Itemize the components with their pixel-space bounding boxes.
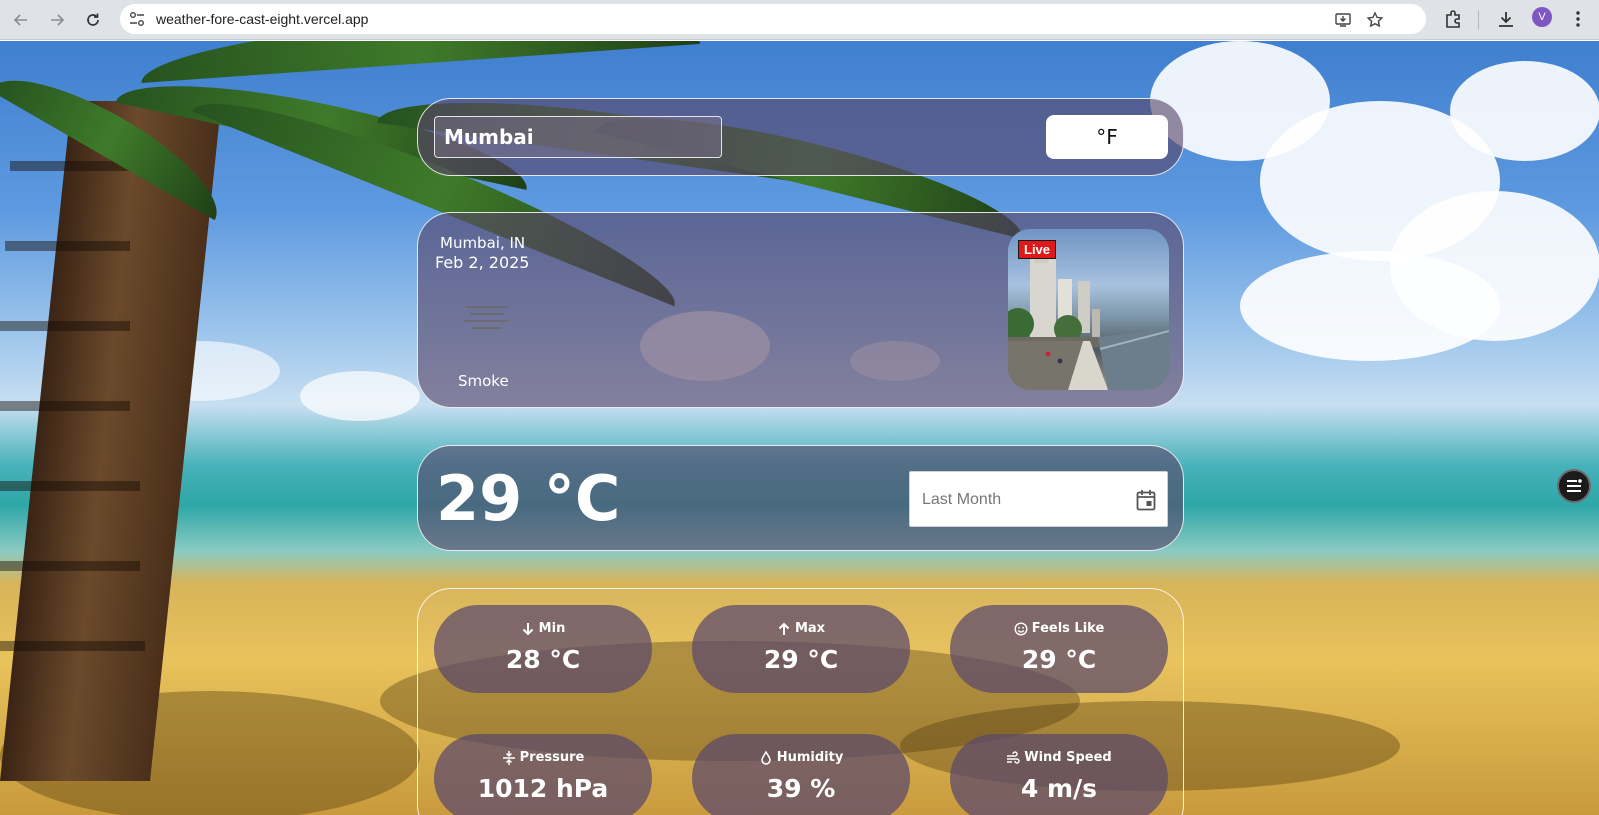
unit-toggle-button[interactable]: °F xyxy=(1046,115,1168,159)
history-range-picker[interactable] xyxy=(909,471,1168,527)
compress-icon xyxy=(502,750,515,765)
date-label: Feb 2, 2025 xyxy=(435,253,530,272)
stat-min: Min 28 °C xyxy=(434,605,652,693)
downloads-icon[interactable] xyxy=(1496,9,1516,29)
stat-humidity: Humidity 39 % xyxy=(692,734,910,815)
forward-arrow-icon[interactable] xyxy=(44,7,70,33)
current-conditions-card: Mumbai, IN Feb 2, 2025 Smoke Live xyxy=(417,212,1184,408)
url-text: weather-fore-cast-eight.vercel.app xyxy=(156,11,369,27)
location-label: Mumbai, IN xyxy=(440,234,526,252)
droplet-icon xyxy=(760,750,771,765)
temperature-card: 29 °C xyxy=(417,445,1184,551)
list-menu-icon xyxy=(1567,479,1582,492)
stat-max-label: Max xyxy=(794,621,826,636)
stat-wind-speed: Wind Speed 4 m/s xyxy=(950,734,1168,815)
live-camera-thumbnail[interactable]: Live xyxy=(1008,229,1169,390)
current-temperature: 29 °C xyxy=(436,462,621,535)
stat-wind-speed-value: 4 m/s xyxy=(1020,774,1098,803)
browser-toolbar: weather-fore-cast-eight.vercel.app V xyxy=(0,0,1599,40)
stat-min-label: Min xyxy=(538,621,566,636)
floating-menu-button[interactable] xyxy=(1557,469,1591,503)
live-badge: Live xyxy=(1018,240,1057,259)
stat-feels-like-label: Feels Like xyxy=(1031,621,1105,636)
stat-pressure: Pressure 1012 hPa xyxy=(434,734,652,815)
wind-icon xyxy=(1007,750,1020,764)
weather-stats-card: Min 28 °C Max 29 °C Feels Like 29 °C Pre… xyxy=(417,588,1184,815)
city-search-input[interactable] xyxy=(434,116,722,158)
weather-page: °F Mumbai, IN Feb 2, 2025 Smoke xyxy=(0,41,1599,815)
stat-max-value: 29 °C xyxy=(763,645,839,674)
address-bar[interactable]: weather-fore-cast-eight.vercel.app xyxy=(120,4,1426,34)
stat-feels-like: Feels Like 29 °C xyxy=(950,605,1168,693)
smiley-icon xyxy=(1014,621,1028,636)
extensions-icon[interactable] xyxy=(1443,9,1463,29)
profile-avatar[interactable]: V xyxy=(1532,7,1552,27)
stat-max: Max 29 °C xyxy=(692,605,910,693)
condition-label: Smoke xyxy=(458,372,509,390)
menu-dots-icon[interactable] xyxy=(1570,9,1586,29)
calendar-icon[interactable] xyxy=(1136,489,1156,511)
stat-feels-like-value: 29 °C xyxy=(1021,645,1097,674)
install-app-icon[interactable] xyxy=(1334,11,1352,29)
stat-pressure-label: Pressure xyxy=(519,750,585,765)
stat-humidity-value: 39 % xyxy=(766,774,836,803)
reload-icon[interactable] xyxy=(80,7,106,33)
history-range-input[interactable] xyxy=(922,487,1122,513)
bookmark-star-icon[interactable] xyxy=(1366,11,1384,29)
stat-humidity-label: Humidity xyxy=(776,750,844,765)
arrow-down-icon xyxy=(522,622,533,635)
stat-pressure-value: 1012 hPa xyxy=(477,774,609,803)
smoke-haze-icon xyxy=(464,306,508,329)
toolbar-divider xyxy=(1478,10,1479,30)
stat-wind-speed-label: Wind Speed xyxy=(1024,750,1112,765)
arrow-up-icon xyxy=(778,622,790,635)
stat-min-value: 28 °C xyxy=(505,645,581,674)
site-info-icon[interactable] xyxy=(128,10,146,28)
search-card: °F xyxy=(417,98,1184,176)
back-arrow-icon[interactable] xyxy=(8,7,34,33)
